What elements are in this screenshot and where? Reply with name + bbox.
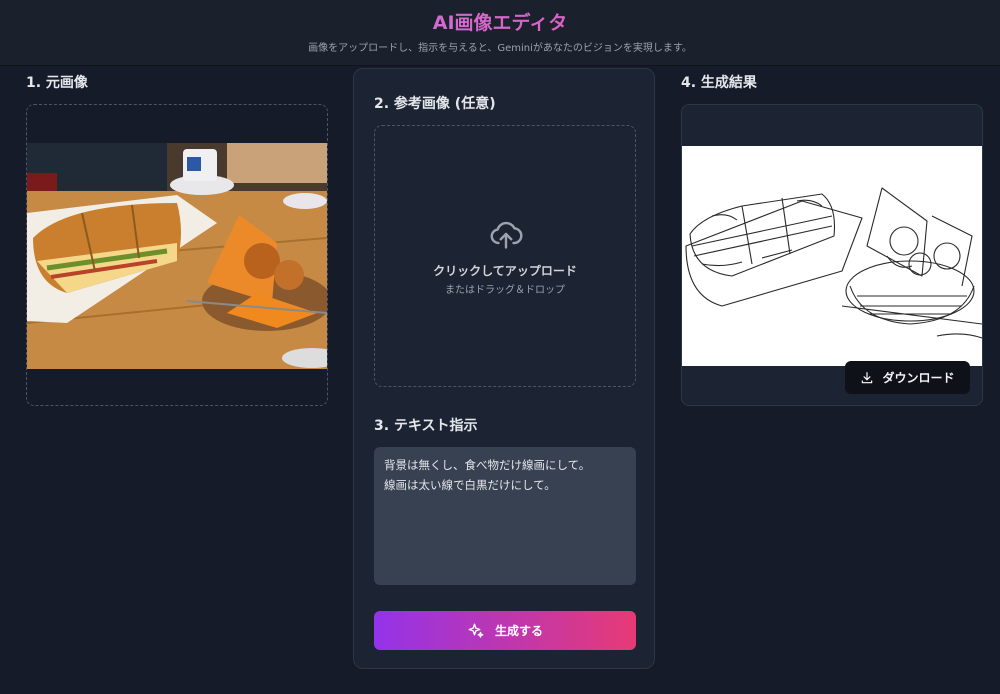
original-image-heading: 1. 元画像 <box>26 75 88 91</box>
download-icon <box>862 371 873 383</box>
reference-image-upload[interactable]: クリックしてアップロード またはドラッグ＆ドロップ <box>374 125 636 387</box>
download-button[interactable]: ダウンロード <box>845 361 970 394</box>
generate-button[interactable]: 生成する <box>374 611 636 650</box>
upload-main-label: クリックしてアップロード <box>433 264 577 278</box>
input-panel: 2. 参考画像 (任意) クリックしてアップロード またはドラッグ＆ドロップ 3… <box>353 68 655 669</box>
generate-button-label: 生成する <box>494 624 543 638</box>
upload-sub-label: またはドラッグ＆ドロップ <box>445 285 565 296</box>
app-subtitle: 画像をアップロードし、指示を与えると、Geminiがあなたのビジョンを実現します… <box>308 43 692 54</box>
prompt-textarea[interactable]: 背景は無くし、食べ物だけ線画にして。 線画は太い線で白黒だけにして。 <box>374 447 636 585</box>
reference-image-heading: 2. 参考画像 (任意) <box>374 96 496 112</box>
generated-line-art <box>682 146 982 366</box>
text-instruction-heading: 3. テキスト指示 <box>374 418 478 434</box>
cloud-upload-icon <box>490 221 523 249</box>
result-heading: 4. 生成結果 <box>681 75 757 91</box>
original-image-dropzone[interactable] <box>26 104 328 406</box>
original-food-photo <box>27 143 327 369</box>
download-button-label: ダウンロード <box>882 371 955 385</box>
app-header: AI画像エディタ 画像をアップロードし、指示を与えると、Geminiがあなたのビ… <box>0 0 1000 66</box>
result-image-container: ダウンロード <box>681 104 983 406</box>
app-title: AI画像エディタ <box>0 8 1000 35</box>
sparkles-icon <box>468 623 484 638</box>
